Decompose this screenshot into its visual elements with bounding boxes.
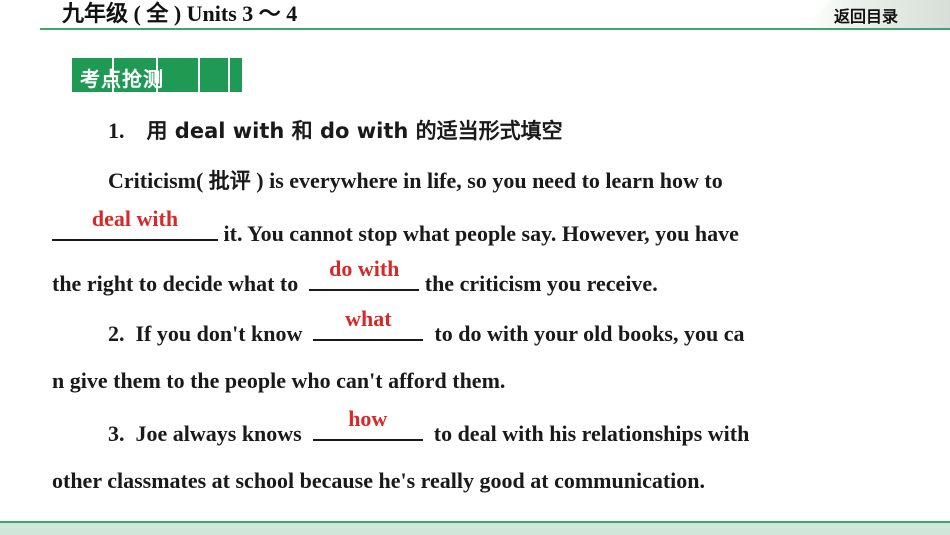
answer-text: how — [348, 406, 388, 431]
q2-text-line-1: 2. If you don't know what to do with you… — [108, 306, 745, 348]
q1-gloss: 批评 — [208, 169, 251, 193]
q2-number: 2. — [108, 321, 125, 346]
q1-text-line-2: deal with it. You cannot stop what peopl… — [52, 206, 739, 248]
q3-text-line-1: 3. Joe always knows how to deal with his… — [108, 406, 750, 448]
q3-blank[interactable]: how — [312, 406, 423, 441]
answer-text: do with — [329, 256, 400, 281]
back-to-contents-button[interactable]: 返回目录 — [834, 3, 898, 27]
q1-text: it. You cannot stop what people say. How… — [218, 221, 739, 246]
tag-divider — [198, 58, 200, 92]
q1-number: 1. — [108, 118, 125, 143]
q2-text: to do with your old books, you ca — [428, 321, 745, 346]
q1-blank-2[interactable]: do with — [309, 256, 420, 291]
header-bar: 九年级 ( 全 ) Units 3 ～ 4 返回目录 — [0, 0, 950, 30]
answer-text: what — [345, 306, 392, 331]
page-title: 九年级 ( 全 ) Units 3 ～ 4 — [62, 1, 298, 26]
answer-text: deal with — [91, 206, 179, 231]
section-tag: 考点抢测 — [72, 58, 242, 92]
header-divider — [40, 28, 950, 30]
q1-instruction-line: 1. 用 deal with 和 do with 的适当形式填空 — [108, 117, 563, 145]
q1-text: the criticism you receive. — [419, 271, 658, 296]
q3-text: Joe always knows — [135, 421, 308, 446]
back-to-contents-tab[interactable]: 返回目录 — [805, 0, 950, 28]
q1-text: Criticism( — [108, 168, 209, 193]
q1-text: ) is everywhere in life, so you need to … — [250, 168, 723, 193]
q3-text: to deal with his relationships with — [428, 421, 750, 446]
q1-text-line-3: the right to decide what to do with the … — [52, 256, 658, 298]
section-tag-label: 考点抢测 — [80, 67, 164, 91]
q2-text-line-2: n give them to the people who can't affo… — [52, 367, 505, 395]
q2-blank[interactable]: what — [313, 306, 424, 341]
q3-text-line-2: other classmates at school because he's … — [52, 467, 705, 495]
q2-text: n give them to the people who can't affo… — [52, 368, 506, 393]
q3-text: other classmates at school because he's … — [52, 468, 706, 493]
q1-instruction: 用 deal with 和 do with 的适当形式填空 — [146, 119, 563, 143]
footer-bar — [0, 521, 950, 535]
q1-text: the right to decide what to — [52, 271, 304, 296]
q1-blank-1[interactable]: deal with — [52, 206, 218, 241]
q1-text-line-1: Criticism( 批评 ) is everywhere in life, s… — [108, 167, 723, 195]
q2-text: If you don't know — [135, 321, 308, 346]
tag-divider — [228, 58, 230, 92]
q3-number: 3. — [108, 421, 125, 446]
